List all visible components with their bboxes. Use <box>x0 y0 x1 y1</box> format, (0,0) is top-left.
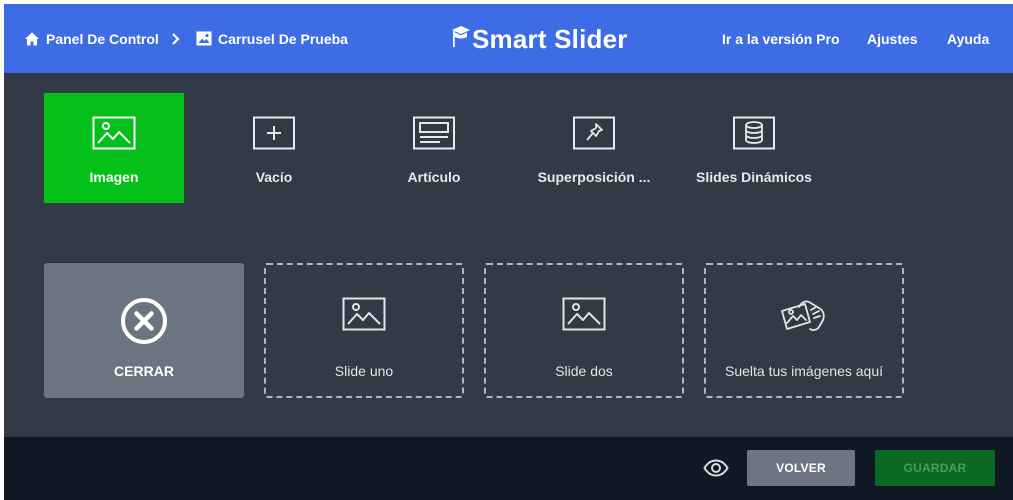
type-tile-overlay[interactable]: Superposición ... <box>524 93 664 203</box>
type-tile-image-label: Imagen <box>89 169 139 185</box>
type-tile-image[interactable]: Imagen <box>44 93 184 203</box>
nav-help-link[interactable]: Ayuda <box>947 4 989 73</box>
breadcrumb-slider-label: Carrusel De Prueba <box>218 30 348 47</box>
image-icon <box>196 31 218 46</box>
logo-text: Smart Slider <box>472 23 628 54</box>
graduation-cap-icon <box>450 21 470 58</box>
type-tile-empty-label: Vacío <box>255 169 293 185</box>
type-tile-overlay-label: Superposición ... <box>537 169 651 185</box>
breadcrumb-dashboard[interactable]: Panel De Control <box>24 4 159 73</box>
nav-pro-link[interactable]: Ir a la versión Pro <box>722 4 840 73</box>
slide-card-2[interactable]: Slide dos <box>484 263 684 398</box>
type-tile-empty[interactable]: Vacío <box>204 93 344 203</box>
footer-bar: VOLVER GUARDAR <box>4 437 1013 500</box>
type-tile-article-label: Artículo <box>407 169 461 185</box>
slide-card-2-label: Slide dos <box>555 363 613 379</box>
breadcrumb-separator <box>171 4 181 73</box>
close-card-label: CERRAR <box>114 363 174 379</box>
type-tile-dynamic[interactable]: Slides Dinámicos <box>684 93 824 203</box>
home-icon <box>24 31 46 47</box>
image-drop-zone-label: Suelta tus imágenes aquí <box>725 363 883 379</box>
article-icon <box>412 116 456 155</box>
slide-card-1-label: Slide uno <box>334 363 394 379</box>
smart-slider-logo: Smart Slider <box>450 19 628 59</box>
image-drop-zone[interactable]: Suelta tus imágenes aquí <box>704 263 904 398</box>
database-icon <box>732 116 776 155</box>
plus-box-icon <box>252 116 296 155</box>
header-bar: Panel De Control Carrusel De Prueba Smar… <box>4 4 1013 73</box>
image-icon <box>562 297 606 336</box>
pin-icon <box>572 116 616 155</box>
chevron-right-icon <box>171 32 181 46</box>
breadcrumb-slider[interactable]: Carrusel De Prueba <box>196 4 348 73</box>
type-tile-dynamic-label: Slides Dinámicos <box>696 169 812 185</box>
back-button[interactable]: VOLVER <box>747 450 855 486</box>
preview-eye-icon[interactable] <box>702 454 730 482</box>
nav-settings-link[interactable]: Ajustes <box>867 4 918 73</box>
type-tile-article[interactable]: Artículo <box>364 93 504 203</box>
save-button[interactable]: GUARDAR <box>875 450 995 486</box>
slide-card-1[interactable]: Slide uno <box>264 263 464 398</box>
close-circle-icon <box>120 297 168 350</box>
slide-type-dialog: Panel De Control Carrusel De Prueba Smar… <box>4 4 1013 500</box>
image-icon <box>92 116 136 155</box>
close-card[interactable]: CERRAR <box>44 263 244 398</box>
hand-drop-icon <box>779 297 829 340</box>
image-icon <box>342 297 386 336</box>
breadcrumb-dashboard-label: Panel De Control <box>46 30 159 47</box>
